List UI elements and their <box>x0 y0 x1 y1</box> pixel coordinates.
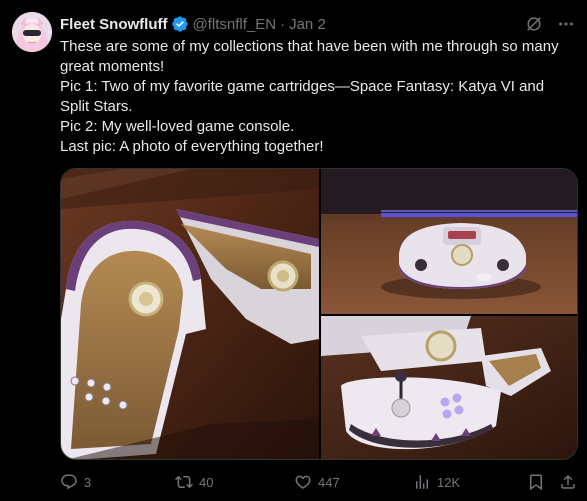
tweet-text-line: Last pic: A photo of everything together… <box>60 138 324 155</box>
share-icon <box>559 473 577 491</box>
like-button[interactable]: 447 <box>294 470 340 494</box>
share-button[interactable] <box>559 470 577 494</box>
tweet-text-line: Pic 1: Two of my favorite game cartridge… <box>60 78 545 115</box>
tweet[interactable]: Fleet Snowfluff @fltsnflf_EN · Jan 2 The… <box>0 0 587 501</box>
like-icon <box>294 473 312 491</box>
reply-button[interactable]: 3 <box>60 470 91 494</box>
media-image-everything-together[interactable] <box>321 316 577 459</box>
repost-count: 40 <box>199 474 214 490</box>
media-image-cartridges[interactable] <box>61 169 319 459</box>
bookmark-button[interactable] <box>527 470 545 494</box>
author-handle[interactable]: @fltsnflf_EN <box>193 16 277 33</box>
author-name[interactable]: Fleet Snowfluff <box>60 16 168 33</box>
views-count: 12K <box>437 474 461 490</box>
like-count: 447 <box>318 474 340 490</box>
tweet-text: These are some of my collections that ha… <box>60 37 572 157</box>
reply-icon <box>60 473 78 491</box>
more-icon[interactable] <box>557 15 575 33</box>
verified-badge-icon[interactable] <box>171 15 189 33</box>
tweet-header: Fleet Snowfluff @fltsnflf_EN · Jan 2 <box>60 14 575 34</box>
bookmark-icon <box>527 473 545 491</box>
action-bar: 3 40 447 12K <box>60 470 577 494</box>
repost-icon <box>175 473 193 491</box>
separator-dot: · <box>280 15 286 33</box>
avatar[interactable] <box>12 12 52 52</box>
grok-icon[interactable] <box>525 15 543 33</box>
media-grid <box>60 168 578 460</box>
tweet-text-line: Pic 2: My well-loved game console. <box>60 118 295 135</box>
media-image-console[interactable] <box>321 169 577 314</box>
reply-count: 3 <box>84 474 92 490</box>
tweet-text-line: These are some of my collections that ha… <box>60 38 559 75</box>
views-icon <box>413 473 431 491</box>
views-button[interactable]: 12K <box>413 470 460 494</box>
tweet-date[interactable]: Jan 2 <box>289 16 326 33</box>
repost-button[interactable]: 40 <box>175 470 213 494</box>
